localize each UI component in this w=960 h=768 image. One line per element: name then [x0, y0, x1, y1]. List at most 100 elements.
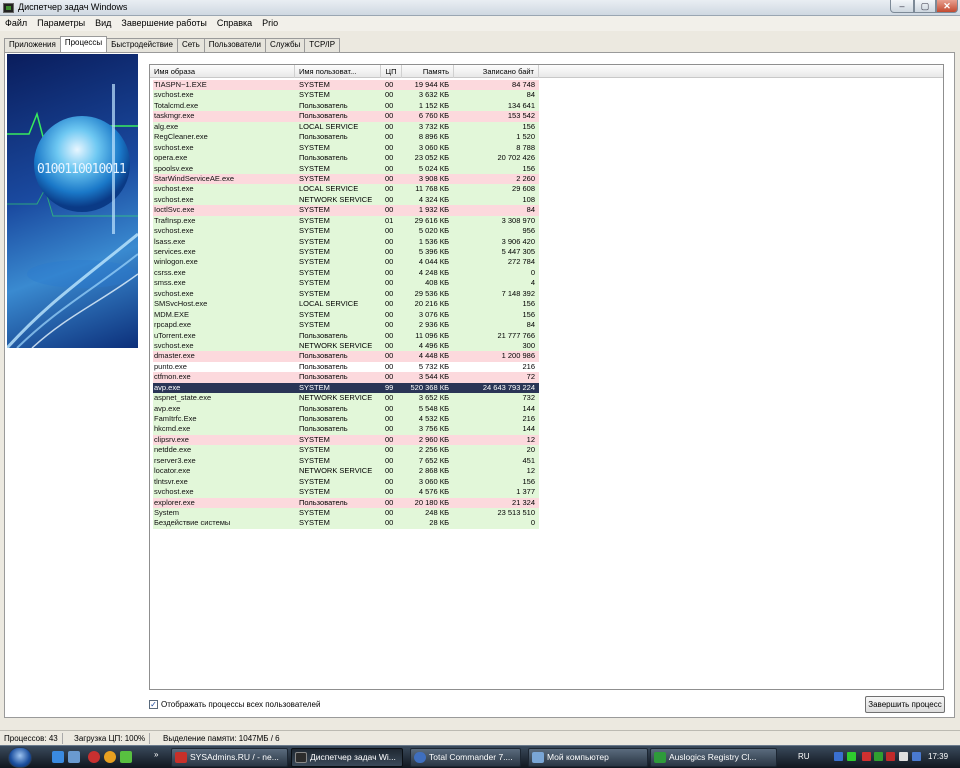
cell-user-name: SYSTEM	[299, 267, 330, 277]
minimize-button[interactable]: –	[890, 0, 914, 13]
tab-applications[interactable]: Приложения	[4, 38, 61, 52]
table-row[interactable]: lsass.exe SYSTEM 00 1 536 КБ 3 906 420	[153, 236, 539, 247]
menu-shutdown[interactable]: Завершение работы	[116, 16, 211, 28]
table-row[interactable]: winlogon.exe SYSTEM 00 4 044 КБ 272 784	[153, 257, 539, 268]
column-cpu[interactable]: ЦП	[381, 65, 402, 78]
table-row[interactable]: svchost.exe SYSTEM 00 4 576 КБ 1 377	[153, 487, 539, 498]
tray-traffic-icon[interactable]	[874, 752, 883, 761]
table-row[interactable]: rpcapd.exe SYSTEM 00 2 936 КБ 84	[153, 320, 539, 331]
taskbar-item-total-commander[interactable]: Total Commander 7....	[410, 748, 521, 767]
table-row[interactable]: Бездействие системы SYSTEM 00 28 КБ 0	[153, 518, 539, 529]
desktop-quicklaunch-icon[interactable]	[68, 751, 80, 763]
table-row[interactable]: clipsrv.exe SYSTEM 00 2 960 КБ 12	[153, 434, 539, 446]
column-memory[interactable]: Память	[402, 65, 454, 78]
table-row[interactable]: avp.exe SYSTEM 99 520 368 КБ 24 643 793 224	[153, 382, 539, 394]
table-row[interactable]: aspnet_state.exe NETWORK SERVICE 00 3 652 К…	[153, 393, 539, 404]
taskbar-item-sysadmins[interactable]: SYSAdmins.RU / - ne...	[171, 748, 288, 767]
table-row[interactable]: taskmgr.exe Пользователь 00 6 760 КБ 153 542	[153, 111, 539, 122]
tab-tcpip[interactable]: TCP/IP	[304, 38, 341, 52]
table-row[interactable]: rserver3.exe SYSTEM 00 7 652 КБ 451	[153, 455, 539, 467]
tray-flag-icon[interactable]	[899, 752, 908, 761]
table-row[interactable]: svchost.exe SYSTEM 00 29 536 КБ 7 148 392	[153, 288, 539, 300]
tab-performance[interactable]: Быстродействие	[106, 38, 178, 52]
table-row[interactable]: TrafInsp.exe SYSTEM 01 29 616 КБ 3 308 970	[153, 215, 539, 227]
table-row[interactable]: SMSvcHost.exe LOCAL SERVICE 00 20 216 КБ 156	[153, 299, 539, 310]
table-row[interactable]: avp.exe Пользователь 00 5 548 КБ 144	[153, 403, 539, 414]
column-user-name[interactable]: Имя пользоват...	[295, 65, 381, 78]
utility-quicklaunch-icon[interactable]	[120, 751, 132, 763]
taskbar-item-task-manager[interactable]: Диспетчер задач Wi...	[291, 748, 403, 767]
table-row[interactable]: alg.exe LOCAL SERVICE 00 3 732 КБ 156	[153, 121, 539, 133]
cell-cpu: 00	[385, 507, 394, 517]
close-button[interactable]: ✕	[936, 0, 958, 13]
table-row[interactable]: ctfmon.exe Пользователь 00 3 544 КБ 72	[153, 372, 539, 383]
table-row[interactable]: punto.exe Пользователь 00 5 732 КБ 216	[153, 361, 539, 373]
table-row[interactable]: Totalcmd.exe Пользователь 00 1 152 КБ 134 64…	[153, 100, 539, 112]
taskbar-item-auslogics[interactable]: Auslogics Registry Cl...	[650, 748, 777, 767]
table-row[interactable]: svchost.exe LOCAL SERVICE 00 11 768 КБ 29 60…	[153, 184, 539, 195]
cell-image-name: explorer.exe	[154, 497, 195, 507]
tray-speaker-icon[interactable]	[912, 752, 921, 761]
table-row[interactable]: MDM.EXE SYSTEM 00 3 076 КБ 156	[153, 309, 539, 321]
tray-antivirus-icon[interactable]	[862, 752, 871, 761]
menu-help[interactable]: Справка	[212, 16, 257, 28]
table-row[interactable]: services.exe SYSTEM 00 5 396 КБ 5 447 305	[153, 247, 539, 258]
menu-prio[interactable]: Prio	[257, 16, 283, 28]
maximize-button[interactable]: ▢	[914, 0, 936, 13]
table-row[interactable]: RegCleaner.exe Пользователь 00 8 896 КБ 1 52…	[153, 132, 539, 143]
table-row[interactable]: svchost.exe SYSTEM 00 3 632 КБ 84	[153, 90, 539, 101]
table-row[interactable]: dmaster.exe Пользователь 00 4 448 КБ 1 200 9…	[153, 351, 539, 362]
language-indicator[interactable]: RU	[798, 752, 810, 761]
process-table[interactable]: Имя образа Имя пользоват... ЦП Память За…	[149, 64, 944, 690]
table-row[interactable]: explorer.exe Пользователь 00 20 180 КБ 21 32…	[153, 497, 539, 508]
total-commander-icon	[414, 752, 426, 763]
table-row[interactable]: uTorrent.exe Пользователь 00 11 096 КБ 21 77…	[153, 330, 539, 341]
end-process-button[interactable]: Завершить процесс	[865, 696, 945, 713]
tray-kaspersky-icon[interactable]	[886, 752, 895, 761]
tray-network-icon[interactable]	[834, 752, 843, 761]
menu-options[interactable]: Параметры	[32, 16, 90, 28]
title-bar[interactable]: Диспетчер задач Windows – ▢ ✕	[0, 0, 960, 16]
table-row[interactable]: svchost.exe SYSTEM 00 5 020 КБ 956	[153, 226, 539, 237]
quicklaunch-more-icon[interactable]: »	[154, 750, 158, 759]
table-row[interactable]: csrss.exe SYSTEM 00 4 248 КБ 0	[153, 267, 539, 279]
table-row[interactable]: netdde.exe SYSTEM 00 2 256 КБ 20	[153, 445, 539, 456]
table-row[interactable]: opera.exe Пользователь 00 23 052 КБ 20 702 4…	[153, 153, 539, 164]
table-row[interactable]: System SYSTEM 00 248 КБ 23 513 510	[153, 507, 539, 519]
tray-status-icon[interactable]	[847, 752, 856, 761]
taskbar-item-my-computer[interactable]: Мой компьютер	[528, 748, 648, 767]
table-row[interactable]: svchost.exe SYSTEM 00 3 060 КБ 8 788	[153, 142, 539, 154]
table-row[interactable]: StarWindServiceAE.exe SYSTEM 00 3 908 КБ 2 2…	[153, 173, 539, 185]
table-row[interactable]: IoctlSvc.exe SYSTEM 00 1 932 КБ 84	[153, 205, 539, 216]
table-row[interactable]: TIASPN~1.EXE SYSTEM 00 19 944 КБ 84 748	[153, 80, 539, 91]
ie-quicklaunch-icon[interactable]	[52, 751, 64, 763]
cell-bytes-written: 0	[530, 518, 535, 528]
table-row[interactable]: spoolsv.exe SYSTEM 00 5 024 КБ 156	[153, 163, 539, 174]
cell-image-name: rserver3.exe	[154, 455, 196, 465]
table-row[interactable]: svchost.exe NETWORK SERVICE 00 4 496 КБ 300	[153, 340, 539, 352]
cell-user-name: SYSTEM	[299, 278, 330, 288]
table-row[interactable]: tlntsvr.exe SYSTEM 00 3 060 КБ 156	[153, 476, 539, 488]
table-row[interactable]: hkcmd.exe Пользователь 00 3 756 КБ 144	[153, 424, 539, 435]
cell-memory: 29 536 КБ	[414, 288, 449, 298]
column-bytes-written[interactable]: Записано байт	[454, 65, 539, 78]
tab-users[interactable]: Пользователи	[203, 38, 266, 52]
opera-quicklaunch-icon[interactable]	[104, 751, 116, 763]
menu-view[interactable]: Вид	[90, 16, 116, 28]
tab-network[interactable]: Сеть	[176, 38, 205, 52]
cell-memory: 2 960 КБ	[418, 434, 449, 444]
table-row[interactable]: locator.exe NETWORK SERVICE 00 2 868 КБ 12	[153, 466, 539, 477]
table-row[interactable]: FamItrfc.Exe Пользователь 00 4 532 КБ 216	[153, 414, 539, 425]
checkmark-icon[interactable]: ✓	[149, 700, 158, 709]
column-image-name[interactable]: Имя образа	[150, 65, 295, 78]
app-quicklaunch-icon[interactable]	[88, 751, 100, 763]
table-row[interactable]: smss.exe SYSTEM 00 408 КБ 4	[153, 278, 539, 289]
tab-services[interactable]: Службы	[264, 38, 306, 52]
start-button[interactable]	[8, 747, 32, 768]
cell-image-name: MDM.EXE	[154, 309, 190, 319]
table-row[interactable]: svchost.exe NETWORK SERVICE 00 4 324 КБ 108	[153, 194, 539, 206]
menu-file[interactable]: Файл	[0, 16, 32, 28]
cell-cpu: 00	[385, 455, 394, 465]
clock[interactable]: 17:39	[928, 752, 948, 761]
tab-processes[interactable]: Процессы	[59, 36, 108, 52]
